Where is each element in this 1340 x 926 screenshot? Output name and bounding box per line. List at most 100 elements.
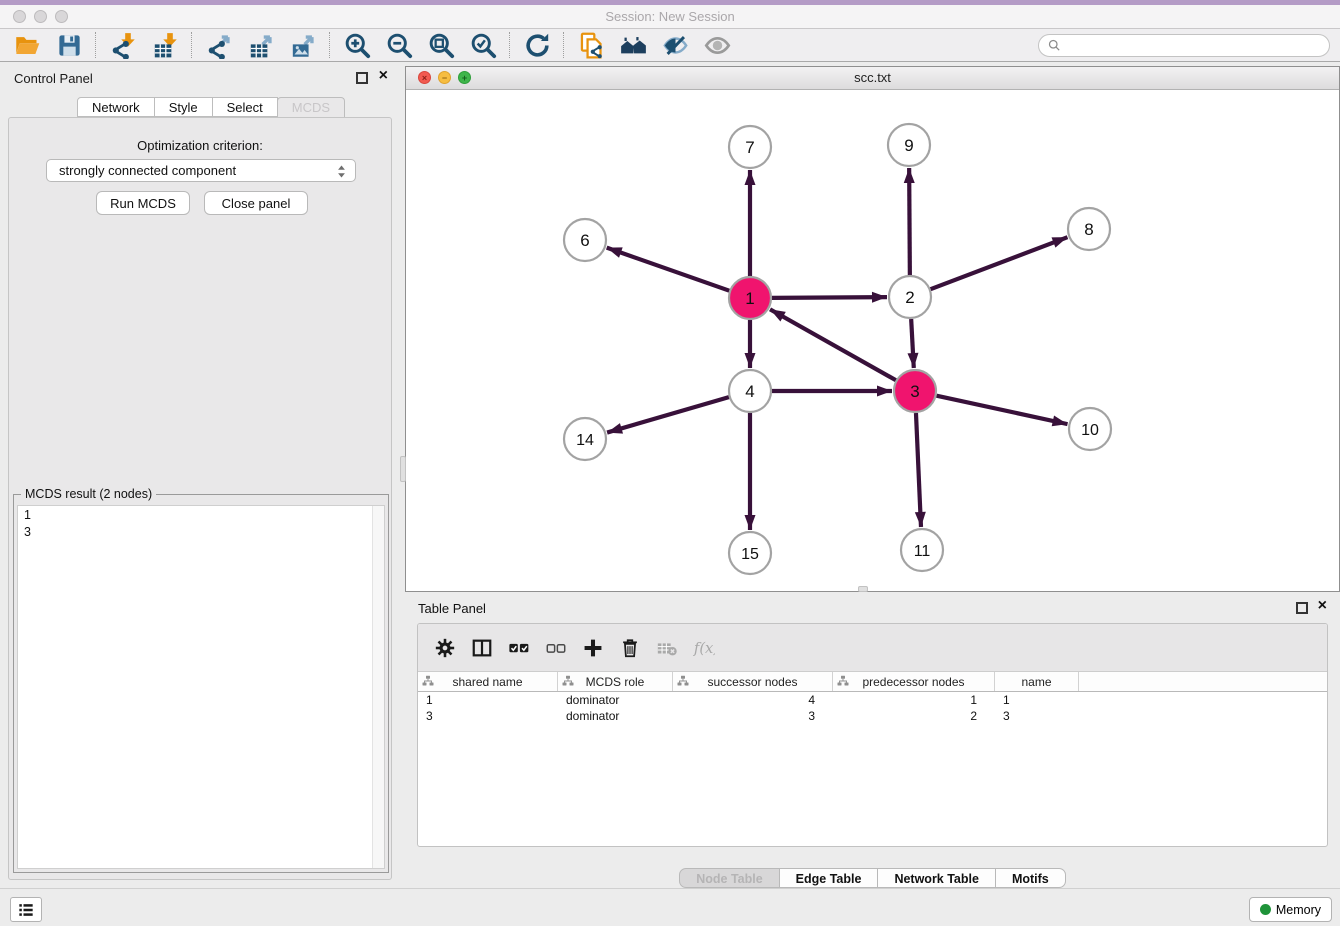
result-line: 3 xyxy=(18,523,384,540)
refresh-button[interactable] xyxy=(516,30,558,60)
graph-node-11[interactable]: 11 xyxy=(901,529,943,571)
graph-node-9[interactable]: 9 xyxy=(888,124,930,166)
search-box[interactable] xyxy=(1038,34,1330,57)
tab-select[interactable]: Select xyxy=(212,97,278,117)
tab-mcds[interactable]: MCDS xyxy=(277,97,345,118)
mcds-result-area[interactable]: 13 xyxy=(17,505,385,869)
show-all-button[interactable] xyxy=(696,30,738,60)
network-view-window: × − + scc.txt 7968124314101511 xyxy=(405,66,1340,592)
table-cell[interactable]: 1 xyxy=(418,692,558,708)
zoom-fit-button[interactable] xyxy=(420,30,462,60)
table-cell[interactable]: dominator xyxy=(558,692,673,708)
tab-motifs[interactable]: Motifs xyxy=(995,868,1066,888)
graph-node-8[interactable]: 8 xyxy=(1068,208,1110,250)
zoom-out-button[interactable] xyxy=(378,30,420,60)
hide-columns-icon xyxy=(545,637,567,659)
table-cell[interactable]: 3 xyxy=(995,708,1079,724)
hide-selected-button[interactable] xyxy=(654,30,696,60)
graph-node-3[interactable]: 3 xyxy=(894,370,936,412)
delete-table-button[interactable] xyxy=(648,631,685,665)
graph-edge-3-11[interactable] xyxy=(916,413,921,527)
table-cell[interactable]: 4 xyxy=(673,692,833,708)
result-line: 1 xyxy=(18,506,384,523)
window-splitter-handle[interactable] xyxy=(858,586,868,592)
scrollbar[interactable] xyxy=(372,506,384,868)
graph-node-label: 4 xyxy=(745,382,754,401)
table-cell[interactable]: 3 xyxy=(673,708,833,724)
table-row[interactable]: 1dominator411 xyxy=(418,692,1327,708)
add-column-button[interactable] xyxy=(574,631,611,665)
column-header-MCDS-role[interactable]: MCDS role xyxy=(558,672,673,691)
export-image-button[interactable] xyxy=(282,30,324,60)
home-view-button[interactable] xyxy=(612,30,654,60)
delete-column-button[interactable] xyxy=(611,631,648,665)
criterion-dropdown[interactable]: strongly connected component xyxy=(46,159,356,182)
graph-edge-2-8[interactable] xyxy=(931,237,1068,289)
graph-edge-2-3[interactable] xyxy=(911,319,914,368)
run-mcds-button[interactable]: Run MCDS xyxy=(96,191,190,215)
table-cell[interactable]: dominator xyxy=(558,708,673,724)
column-header-predecessor-nodes[interactable]: predecessor nodes xyxy=(833,672,995,691)
table-cell[interactable]: 1 xyxy=(995,692,1079,708)
open-session-button[interactable] xyxy=(6,30,48,60)
control-panel: Control Panel × NetworkStyleSelectMCDS O… xyxy=(0,62,400,888)
window-titlebar: Session: New Session xyxy=(0,5,1340,29)
column-header-successor-nodes[interactable]: successor nodes xyxy=(673,672,833,691)
graph-node-14[interactable]: 14 xyxy=(564,418,606,460)
table-cell[interactable]: 2 xyxy=(833,708,995,724)
panel-splitter-handle[interactable] xyxy=(400,456,406,482)
graph-edge-2-9[interactable] xyxy=(909,168,910,275)
graph-edge-3-10[interactable] xyxy=(936,396,1067,424)
zoom-in-icon xyxy=(344,32,371,59)
close-icon[interactable]: × xyxy=(379,66,388,86)
tab-edge-table[interactable]: Edge Table xyxy=(779,868,879,888)
table-cell[interactable]: 3 xyxy=(418,708,558,724)
column-header-shared-name[interactable]: shared name xyxy=(418,672,558,691)
graph-edge-1-2[interactable] xyxy=(772,297,887,298)
close-panel-button[interactable]: Close panel xyxy=(204,191,308,215)
memory-button[interactable]: Memory xyxy=(1249,897,1332,922)
graph-node-15[interactable]: 15 xyxy=(729,532,771,574)
column-header-name[interactable]: name xyxy=(995,672,1079,691)
tab-node-table[interactable]: Node Table xyxy=(679,868,779,888)
new-network-from-selection-button[interactable] xyxy=(570,30,612,60)
graph-edge-1-6[interactable] xyxy=(607,248,730,291)
import-network-button[interactable] xyxy=(102,30,144,60)
table-header-row: shared nameMCDS rolesuccessor nodesprede… xyxy=(418,672,1327,692)
table-panel-title: Table Panel xyxy=(418,601,486,616)
tab-network-table[interactable]: Network Table xyxy=(877,868,996,888)
zoom-in-button[interactable] xyxy=(336,30,378,60)
graph-node-1[interactable]: 1 xyxy=(729,277,771,319)
graph-node-2[interactable]: 2 xyxy=(889,276,931,318)
save-session-button[interactable] xyxy=(48,30,90,60)
graph-node-6[interactable]: 6 xyxy=(564,219,606,261)
export-network-button[interactable] xyxy=(198,30,240,60)
close-icon[interactable]: × xyxy=(1318,596,1327,616)
table-cell[interactable]: 1 xyxy=(833,692,995,708)
delete-table-icon xyxy=(656,637,678,659)
main-toolbar xyxy=(0,29,1340,62)
function-builder-button[interactable]: f(x) xyxy=(685,631,722,665)
graph-edge-4-14[interactable] xyxy=(607,397,729,432)
import-table-button[interactable] xyxy=(144,30,186,60)
hide-columns-button[interactable] xyxy=(537,631,574,665)
tab-network[interactable]: Network xyxy=(77,97,155,117)
graph-node-7[interactable]: 7 xyxy=(729,126,771,168)
graph-node-10[interactable]: 10 xyxy=(1069,408,1111,450)
node-table-container: f(x) shared nameMCDS rolesuccessor nodes… xyxy=(417,623,1328,847)
show-columns-button[interactable] xyxy=(500,631,537,665)
graph-node-4[interactable]: 4 xyxy=(729,370,771,412)
zoom-selected-button[interactable] xyxy=(462,30,504,60)
tab-style[interactable]: Style xyxy=(154,97,213,117)
table-settings-button[interactable] xyxy=(426,631,463,665)
export-table-icon xyxy=(248,32,275,59)
graph-edge-3-1[interactable] xyxy=(770,309,896,380)
network-canvas[interactable]: 7 9 6 8 1 2 4 3 14 10 15 11 xyxy=(406,89,1339,591)
float-icon[interactable] xyxy=(1296,602,1308,614)
column-layout-button[interactable] xyxy=(463,631,500,665)
task-history-button[interactable] xyxy=(10,897,42,922)
export-table-button[interactable] xyxy=(240,30,282,60)
search-input[interactable] xyxy=(1062,37,1321,53)
table-row[interactable]: 3dominator323 xyxy=(418,708,1327,724)
float-icon[interactable] xyxy=(356,72,368,84)
